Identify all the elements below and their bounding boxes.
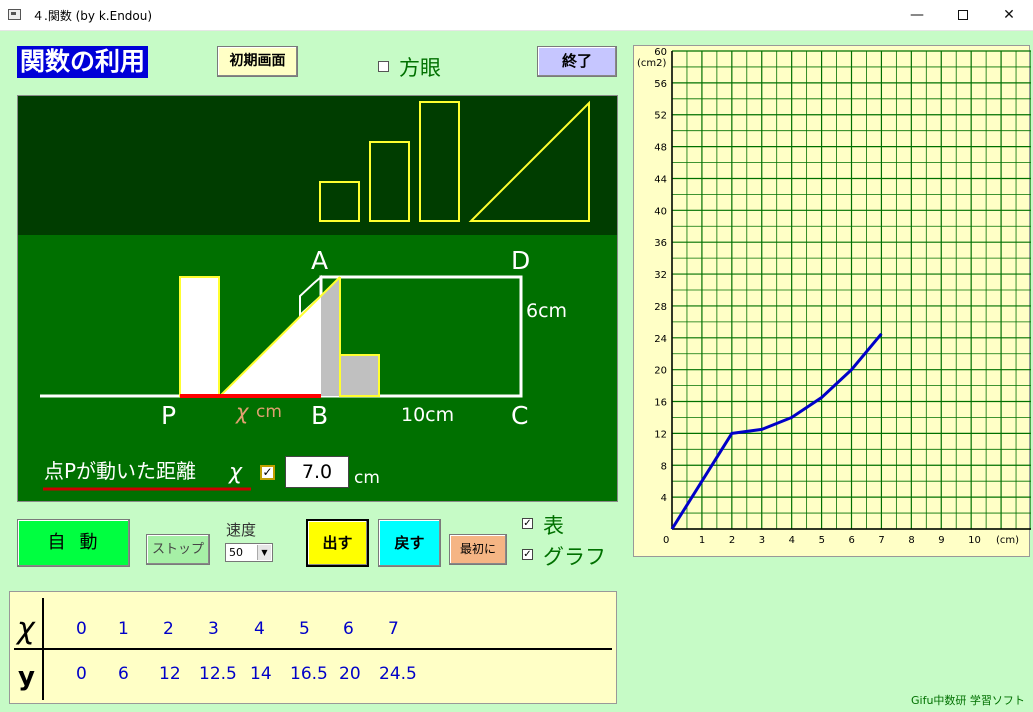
y-tick-label: 36 <box>654 238 667 249</box>
stop-button[interactable]: ストップ <box>146 534 210 565</box>
y-axis-label: (cm2) <box>637 58 667 69</box>
x-tick-label: 10 <box>968 535 981 546</box>
x-variable-label: χ <box>235 400 250 424</box>
table-x-cell: 5 <box>299 619 310 639</box>
output-button[interactable]: 出す <box>306 519 369 567</box>
stage-canvas: A D P B C 6cm 10cm χ cm 点Pが動いた距離 χ cm <box>18 96 617 501</box>
graph-ticks: 48121620242832364044485256600 1 2 3 4 5 6 7 8 9 10 <box>654 47 981 546</box>
distance-variable: χ <box>228 460 243 485</box>
minimize-button[interactable]: — <box>894 0 940 30</box>
y-tick-label: 32 <box>654 270 667 281</box>
grid-label: 方眼 <box>399 56 441 80</box>
graph-canvas: 48121620242832364044485256600 1 2 3 4 5 6 7 8 9 10… <box>637 47 1031 546</box>
x-tick-label: 8 <box>908 535 914 546</box>
height-label: 6cm <box>526 300 567 322</box>
close-button[interactable]: ✕ <box>986 0 1032 30</box>
back-button[interactable]: 戻す <box>378 519 441 567</box>
table-y-header: y <box>18 662 35 692</box>
graph-panel: 4 8 12 16 20 24 28 32 36 40 44 48 52 56 60 0 1 2 3 4 5 6 7 8 9 10… <box>633 45 1031 557</box>
table-checkbox[interactable]: ✓ <box>522 518 533 529</box>
table-y-cell: 0 <box>76 664 87 684</box>
y-tick-label: 12 <box>654 429 667 440</box>
table-y-cell: 12 <box>159 664 181 684</box>
graph-toggle-label: グラフ <box>543 545 606 569</box>
small-square <box>339 354 380 397</box>
label-a: A <box>311 246 328 275</box>
distance-caption: 点Pが動いた距離 <box>44 459 196 483</box>
x-tick-label: 2 <box>729 535 735 546</box>
auto-button[interactable]: 自動 <box>17 519 130 567</box>
y-tick-label: 44 <box>654 174 667 185</box>
x-tick-label: 7 <box>878 535 884 546</box>
table-y-cell: 16.5 <box>290 664 328 684</box>
animation-stage: A D P B C 6cm 10cm χ cm 点Pが動いた距離 χ cm ✓ … <box>17 95 618 502</box>
y-tick-label: 48 <box>654 143 667 154</box>
y-tick-label: 24 <box>654 334 667 345</box>
x-tick-label: 1 <box>699 535 705 546</box>
speed-select[interactable]: 50 ▼ <box>225 543 273 562</box>
x-axis-label: (cm) <box>996 535 1019 546</box>
label-c: C <box>511 401 528 430</box>
table-x-cell: 6 <box>343 619 354 639</box>
table-x-cell: 3 <box>208 619 219 639</box>
y-tick-label: 8 <box>661 461 667 472</box>
initial-screen-button[interactable]: 初期画面 <box>217 46 298 77</box>
title-bar: ４.関数 (by k.Endou) — ✕ <box>0 0 1033 31</box>
graph-checkbox[interactable]: ✓ <box>522 549 533 560</box>
y-tick-label: 60 <box>654 47 667 58</box>
table-x-header: χ <box>15 611 36 646</box>
x-value-unit: cm <box>354 468 380 488</box>
x-tick-label: 0 <box>663 535 669 546</box>
table-toggle-label: 表 <box>543 514 564 538</box>
table-y-cell: 24.5 <box>379 664 417 684</box>
x-tick-label: 4 <box>789 535 795 546</box>
y-tick-label: 52 <box>654 111 667 122</box>
y-tick-label: 40 <box>654 206 667 217</box>
label-b: B <box>311 401 328 430</box>
value-table-canvas: χ y 0 1 2 3 4 5 6 70 6 12 12.5 14 16.5 20 24.5 <box>14 598 612 700</box>
moving-rect <box>179 276 220 397</box>
x-tick-label: 6 <box>849 535 855 546</box>
table-y-cell: 6 <box>118 664 129 684</box>
base-label: 10cm <box>401 404 454 426</box>
x-tick-label: 3 <box>759 535 765 546</box>
table-x-cell: 4 <box>254 619 265 639</box>
footer-credit: Gifu中数研 学習ソフト <box>911 694 1025 707</box>
reset-button[interactable]: 最初に <box>449 534 507 565</box>
stage-top-band <box>18 96 617 235</box>
window-title: ４.関数 (by k.Endou) <box>32 9 153 23</box>
y-tick-label: 16 <box>654 398 667 409</box>
value-table: χ y 0 1 2 3 4 5 6 7 0 6 12 12.5 14 16.5 20 24.5 <box>9 591 617 704</box>
maximize-icon <box>958 10 968 20</box>
overlap-region <box>321 277 340 396</box>
x-tick-label: 5 <box>819 535 825 546</box>
label-d: D <box>511 246 530 275</box>
table-y-cell: 12.5 <box>199 664 237 684</box>
graph-grid <box>671 50 1031 530</box>
x-show-checkbox[interactable]: ✓ <box>260 465 275 480</box>
table-x-cell: 1 <box>118 619 129 639</box>
exit-button[interactable]: 終了 <box>537 46 617 77</box>
table-cells: 0 1 2 3 4 5 6 70 6 12 12.5 14 16.5 20 24.5 <box>76 619 417 684</box>
maximize-button[interactable] <box>940 0 986 30</box>
y-tick-label: 20 <box>654 366 667 377</box>
table-x-cell: 2 <box>163 619 174 639</box>
speed-value: 50 <box>229 546 243 559</box>
speed-label: 速度 <box>226 521 257 539</box>
y-tick-label: 28 <box>654 302 667 313</box>
label-p: P <box>161 401 176 430</box>
x-tick-label: 9 <box>938 535 944 546</box>
table-y-cell: 20 <box>339 664 361 684</box>
x-value-field[interactable]: 7.0 <box>285 456 349 488</box>
app-icon <box>8 9 21 20</box>
chevron-down-icon[interactable]: ▼ <box>257 545 271 560</box>
table-x-cell: 7 <box>388 619 399 639</box>
y-tick-label: 56 <box>654 79 667 90</box>
table-x-cell: 0 <box>76 619 87 639</box>
x-unit-label: cm <box>256 402 282 422</box>
table-y-cell: 14 <box>250 664 272 684</box>
y-tick-label: 4 <box>661 493 667 504</box>
app-heading: 関数の利用 <box>17 46 149 78</box>
grid-checkbox[interactable] <box>378 61 389 72</box>
